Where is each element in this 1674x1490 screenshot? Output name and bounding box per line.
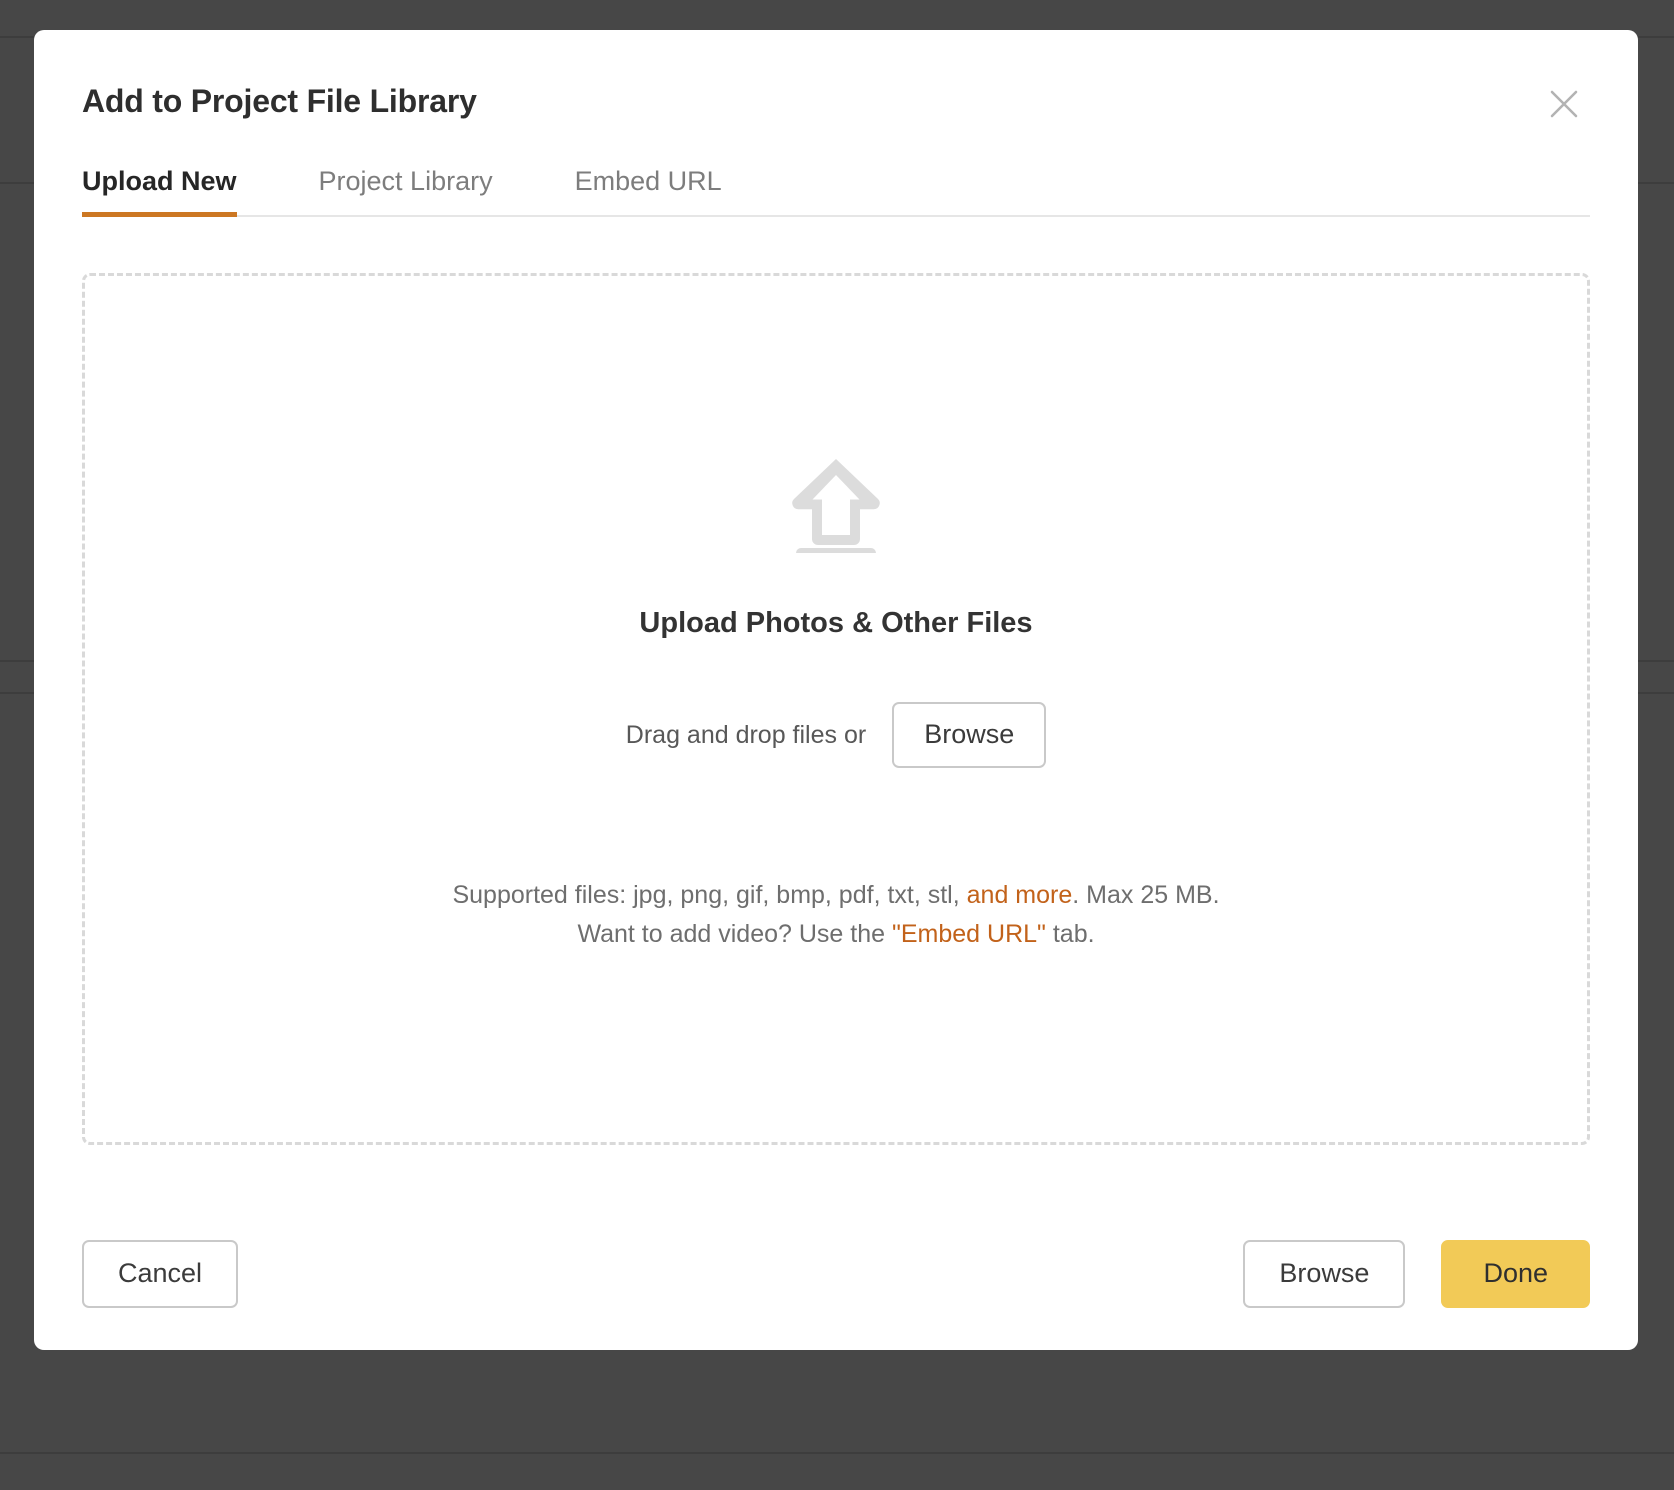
tab-embed-url[interactable]: Embed URL — [575, 166, 722, 215]
browse-button[interactable]: Browse — [892, 702, 1047, 769]
add-to-project-file-library-dialog: Add to Project File Library Upload New P… — [34, 30, 1638, 1350]
tab-upload-new[interactable]: Upload New — [82, 166, 237, 218]
and-more-link[interactable]: and more — [967, 881, 1073, 909]
tab-project-library[interactable]: Project Library — [319, 166, 493, 215]
tab-label: Project Library — [318, 166, 493, 197]
file-dropzone[interactable]: Upload Photos & Other Files Drag and dro… — [82, 273, 1590, 1146]
dropzone-title: Upload Photos & Other Files — [639, 607, 1033, 640]
backdrop-divider — [0, 1452, 1674, 1454]
close-button[interactable] — [1542, 82, 1586, 126]
video-hint-prefix: Want to add video? Use the — [577, 919, 892, 948]
video-hint-suffix: tab. — [1045, 919, 1095, 948]
done-button[interactable]: Done — [1441, 1240, 1590, 1308]
supported-files-text: Supported files: jpg, png, gif, bmp, pdf… — [452, 876, 1219, 954]
upload-arrow-icon — [788, 453, 884, 554]
supported-files-prefix: Supported files: jpg, png, gif, bmp, pdf… — [452, 881, 967, 910]
drag-and-drop-row: Drag and drop files or Browse — [625, 702, 1047, 769]
drag-and-drop-label: Drag and drop files or — [625, 720, 867, 749]
footer-actions: Browse Done — [1243, 1240, 1590, 1308]
supported-files-line-1: Supported files: jpg, png, gif, bmp, pdf… — [452, 876, 1219, 915]
tab-label: Embed URL — [574, 166, 722, 197]
close-icon — [1549, 89, 1579, 119]
supported-files-line-2: Want to add video? Use the "Embed URL" t… — [452, 915, 1219, 954]
page-title: Add to Project File Library — [82, 83, 477, 119]
tab-label: Upload New — [82, 166, 237, 197]
embed-url-link[interactable]: "Embed URL" — [892, 920, 1046, 948]
dialog-tabs: Upload New Project Library Embed URL — [82, 166, 1590, 218]
dialog-footer: Cancel Browse Done — [34, 1198, 1638, 1350]
cancel-button[interactable]: Cancel — [82, 1240, 239, 1308]
browse-button-footer[interactable]: Browse — [1243, 1240, 1406, 1308]
supported-files-suffix: . Max 25 MB. — [1072, 881, 1220, 910]
dialog-header: Add to Project File Library — [34, 30, 1638, 120]
